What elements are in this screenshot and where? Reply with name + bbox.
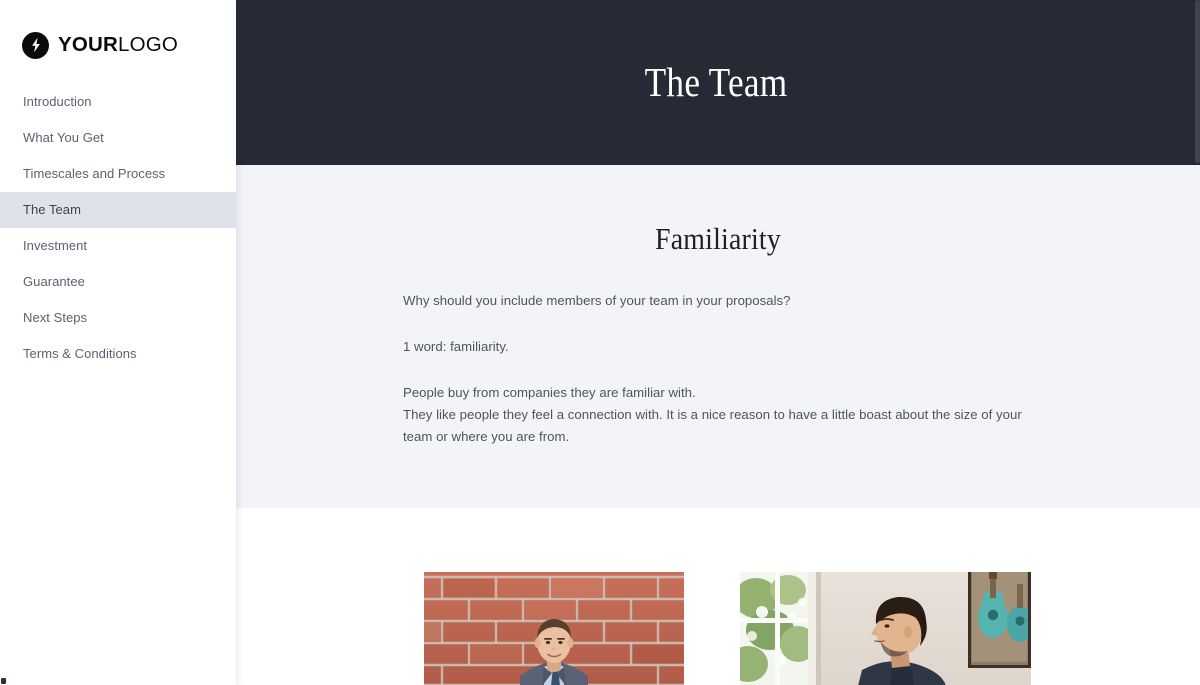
sidebar-item-terms-and-conditions[interactable]: Terms & Conditions	[0, 336, 236, 372]
paragraph-question: Why should you include members of your t…	[403, 293, 791, 308]
sidebar: YOURLOGO Introduction What You Get Times…	[0, 0, 236, 685]
main-content: The Team Familiarity Why should you incl…	[236, 0, 1200, 685]
sidebar-item-the-team[interactable]: The Team	[0, 192, 236, 228]
section-body: Why should you include members of your t…	[236, 290, 1200, 448]
sidebar-item-timescales-and-process[interactable]: Timescales and Process	[0, 156, 236, 192]
brand-text: YOURLOGO	[58, 32, 179, 56]
brand-logo[interactable]: YOURLOGO	[0, 0, 236, 62]
corner-marker-icon	[1, 678, 6, 684]
sidebar-nav: Introduction What You Get Timescales and…	[0, 84, 236, 372]
brand-text-light: LOGO	[118, 32, 179, 56]
team-member-photo-2	[740, 572, 1031, 685]
paragraph-detail-1: People buy from companies they are famil…	[403, 385, 696, 400]
sidebar-item-next-steps[interactable]: Next Steps	[0, 300, 236, 336]
page-header: The Team	[236, 0, 1200, 165]
sidebar-item-introduction[interactable]: Introduction	[0, 84, 236, 120]
paragraph-answer: 1 word: familiarity.	[403, 339, 509, 354]
vertical-scrollbar[interactable]	[1195, 0, 1200, 685]
familiarity-section: Familiarity Why should you include membe…	[236, 165, 1200, 508]
lightning-bolt-icon	[22, 31, 49, 59]
team-photos	[236, 508, 1200, 685]
vertical-scrollbar-thumb[interactable]	[1195, 0, 1200, 163]
team-member-photo-1	[424, 572, 684, 685]
sidebar-item-what-you-get[interactable]: What You Get	[0, 120, 236, 156]
app-root: YOURLOGO Introduction What You Get Times…	[0, 0, 1200, 685]
page-title: The Team	[645, 59, 788, 105]
paragraph-detail-2: They like people they feel a connection …	[403, 407, 1022, 444]
sidebar-item-guarantee[interactable]: Guarantee	[0, 264, 236, 300]
brand-text-strong: YOUR	[58, 32, 119, 56]
section-heading: Familiarity	[655, 221, 781, 256]
sidebar-item-investment[interactable]: Investment	[0, 228, 236, 264]
